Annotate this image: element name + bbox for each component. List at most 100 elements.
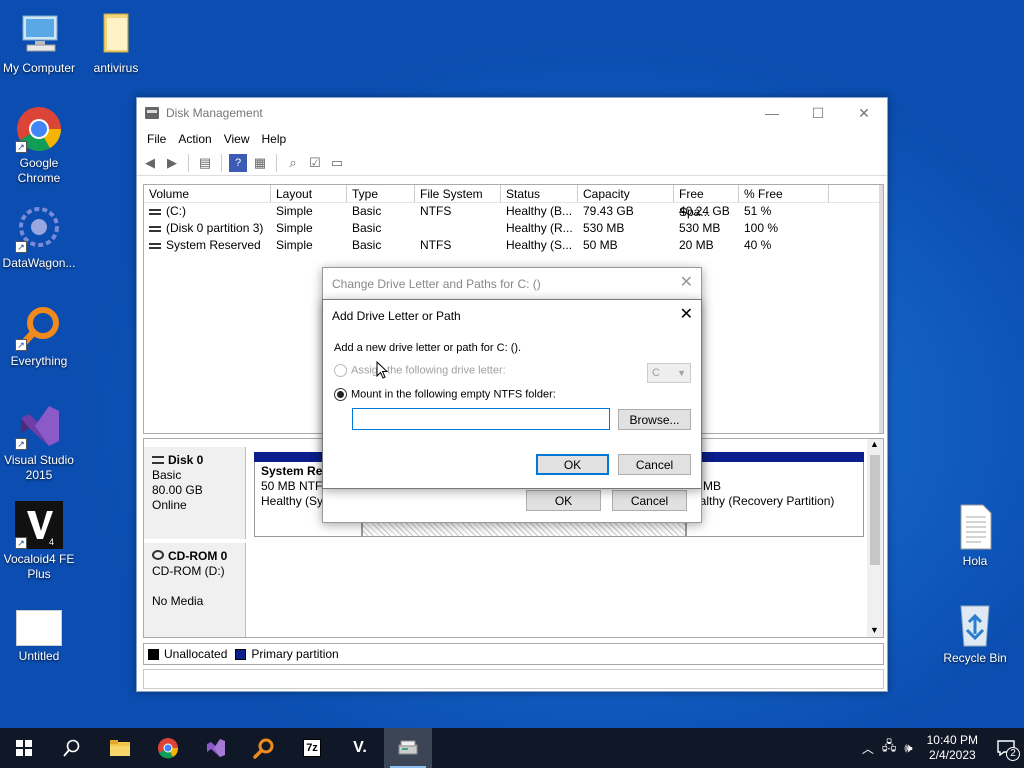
minimize-button[interactable]: — xyxy=(749,98,795,128)
table-row[interactable]: (C:) Simple Basic NTFS Healthy (B... 79.… xyxy=(144,203,883,220)
desktop-icon-untitled[interactable]: Untitled xyxy=(1,610,77,664)
clock[interactable]: 10:40 PM 2/4/2023 xyxy=(927,733,978,763)
status-bar xyxy=(143,669,884,689)
mount-folder-option[interactable]: Mount in the following empty NTFS folder… xyxy=(334,388,556,401)
desktop-icon-recycle-bin[interactable]: Recycle Bin xyxy=(937,600,1013,666)
7zip-icon: 7z xyxy=(303,739,321,757)
desktop-icon-hola[interactable]: Hola xyxy=(937,503,1013,569)
drive-letter-select[interactable]: C ▼ xyxy=(647,363,691,383)
volume-icon[interactable]: 🕪 xyxy=(904,740,912,756)
dialog-title-bar[interactable]: Change Drive Letter and Paths for C: () xyxy=(323,268,701,300)
start-button[interactable] xyxy=(0,728,48,768)
menu-view[interactable]: View xyxy=(218,132,256,146)
maximize-button[interactable]: ☐ xyxy=(795,98,841,128)
desktop-icon-google-chrome[interactable]: ↗ Google Chrome xyxy=(1,105,77,186)
close-icon[interactable]: ✕ xyxy=(680,306,693,324)
menu-action[interactable]: Action xyxy=(172,132,217,146)
column-type[interactable]: Type xyxy=(347,185,415,202)
column-free-space[interactable]: Free Spa... xyxy=(674,185,739,219)
desktop-icon-label: DataWagon... xyxy=(2,256,76,270)
ok-button[interactable]: OK xyxy=(536,454,609,475)
menu-help[interactable]: Help xyxy=(256,132,293,146)
menu-file[interactable]: File xyxy=(141,132,172,146)
desktop-icon-everything[interactable]: ↗ Everything xyxy=(1,303,77,369)
list-icon[interactable]: ▭ xyxy=(328,154,346,172)
desktop-icon-visual-studio[interactable]: ↗ Visual Studio 2015 xyxy=(1,402,77,483)
browse-button[interactable]: Browse... xyxy=(618,409,691,430)
notifications-button[interactable]: 2 xyxy=(988,728,1024,768)
folder-path-input[interactable] xyxy=(352,408,610,430)
system-tray: ︿ 🖧 🕪 10:40 PM 2/4/2023 2 xyxy=(862,728,1024,768)
column-volume[interactable]: Volume xyxy=(144,185,271,202)
forward-icon[interactable]: ▶ xyxy=(163,154,181,172)
close-button[interactable]: ✕ xyxy=(841,98,887,128)
free-space-cell: 40.24 GB xyxy=(679,204,730,218)
taskbar-visual-studio[interactable] xyxy=(192,728,240,768)
shortcut-arrow-icon: ↗ xyxy=(15,537,27,549)
type-cell: Basic xyxy=(352,204,382,218)
column-status[interactable]: Status xyxy=(501,185,578,202)
check-icon[interactable]: ☑ xyxy=(306,154,324,172)
desktop-icon-my-computer[interactable]: My Computer xyxy=(1,10,77,76)
volume-list-header: Volume Layout Type File System Status Ca… xyxy=(144,185,883,219)
column-file-system[interactable]: File System xyxy=(415,185,501,202)
disk0-label[interactable]: Disk 0 Basic 80.00 GB Online xyxy=(144,447,246,539)
desktop-icon-vocaloid[interactable]: 4 ↗ Vocaloid4 FE Plus xyxy=(1,501,77,582)
cdrom0-media: No Media xyxy=(152,594,204,608)
disk-view-scrollbar[interactable]: ▲ ▼ xyxy=(867,439,883,637)
scroll-up-icon[interactable]: ▲ xyxy=(870,439,879,449)
taskbar-file-explorer[interactable] xyxy=(96,728,144,768)
table-row[interactable]: System Reserved Simple Basic NTFS Health… xyxy=(144,237,883,254)
network-icon[interactable]: 🖧 xyxy=(882,737,897,759)
table-row[interactable]: (Disk 0 partition 3) Simple Basic Health… xyxy=(144,220,883,237)
scrollbar-thumb[interactable] xyxy=(870,455,880,565)
cdrom0-label[interactable]: CD-ROM 0 CD-ROM (D:) No Media xyxy=(144,543,246,637)
desktop-icon-datawagon[interactable]: ↗ DataWagon... xyxy=(1,205,77,271)
layout-cell: Simple xyxy=(276,221,313,235)
disk-management-app-icon xyxy=(145,107,159,119)
column-capacity[interactable]: Capacity xyxy=(578,185,674,202)
taskbar-everything[interactable] xyxy=(240,728,288,768)
percent-free-cell: 51 % xyxy=(744,204,772,218)
partition-recovery[interactable]: 0 MB ealthy (Recovery Partition) xyxy=(686,452,864,537)
taskbar-vocaloid[interactable]: V. xyxy=(336,728,384,768)
primary-partition-bar xyxy=(686,452,864,462)
volume-name: (Disk 0 partition 3) xyxy=(166,221,264,235)
taskbar-7zip[interactable]: 7z xyxy=(288,728,336,768)
magnifier-icon xyxy=(253,738,274,759)
shortcut-arrow-icon: ↗ xyxy=(15,438,27,450)
column-percent-free[interactable]: % Free xyxy=(739,185,829,202)
assign-letter-option[interactable]: Assign the following drive letter: xyxy=(334,364,506,377)
toolbar-separator xyxy=(188,153,189,172)
disk-management-icon xyxy=(398,740,418,755)
status-cell: Healthy (B... xyxy=(506,204,573,218)
volume-list-scrollbar[interactable] xyxy=(879,185,883,433)
dialog-title-bar[interactable]: Add Drive Letter or Path xyxy=(323,300,701,332)
taskbar-disk-management[interactable] xyxy=(384,728,432,768)
legend-unallocated: Unallocated xyxy=(164,647,228,661)
volume-name-cell: (C:) xyxy=(144,203,271,220)
ok-button[interactable]: OK xyxy=(526,490,601,511)
close-icon[interactable]: ✕ xyxy=(680,274,693,292)
desktop-icon-label: Everything xyxy=(10,354,68,368)
disk0-size: 80.00 GB xyxy=(152,483,203,497)
taskbar-chrome[interactable] xyxy=(144,728,192,768)
show-hidden-icons-icon[interactable]: ︿ xyxy=(862,740,874,757)
folder-icon xyxy=(92,10,140,58)
properties-icon[interactable]: ▦ xyxy=(251,154,269,172)
help-icon[interactable]: ? xyxy=(229,153,247,172)
visual-studio-icon: ↗ xyxy=(15,402,63,450)
scroll-down-icon[interactable]: ▼ xyxy=(870,625,879,635)
mount-folder-radio[interactable] xyxy=(334,388,347,401)
cancel-button[interactable]: Cancel xyxy=(612,490,687,511)
search-button[interactable] xyxy=(48,728,96,768)
column-layout[interactable]: Layout xyxy=(271,185,347,202)
file-system-cell xyxy=(415,220,501,237)
drive-letter-value: C xyxy=(652,367,660,379)
back-icon[interactable]: ◀ xyxy=(141,154,159,172)
show-hide-tree-icon[interactable]: ▤ xyxy=(196,154,214,172)
assign-letter-radio[interactable] xyxy=(334,364,347,377)
connect-icon[interactable]: ⌕ xyxy=(284,154,302,172)
desktop-icon-antivirus[interactable]: antivirus xyxy=(78,10,154,76)
cancel-button[interactable]: Cancel xyxy=(618,454,691,475)
